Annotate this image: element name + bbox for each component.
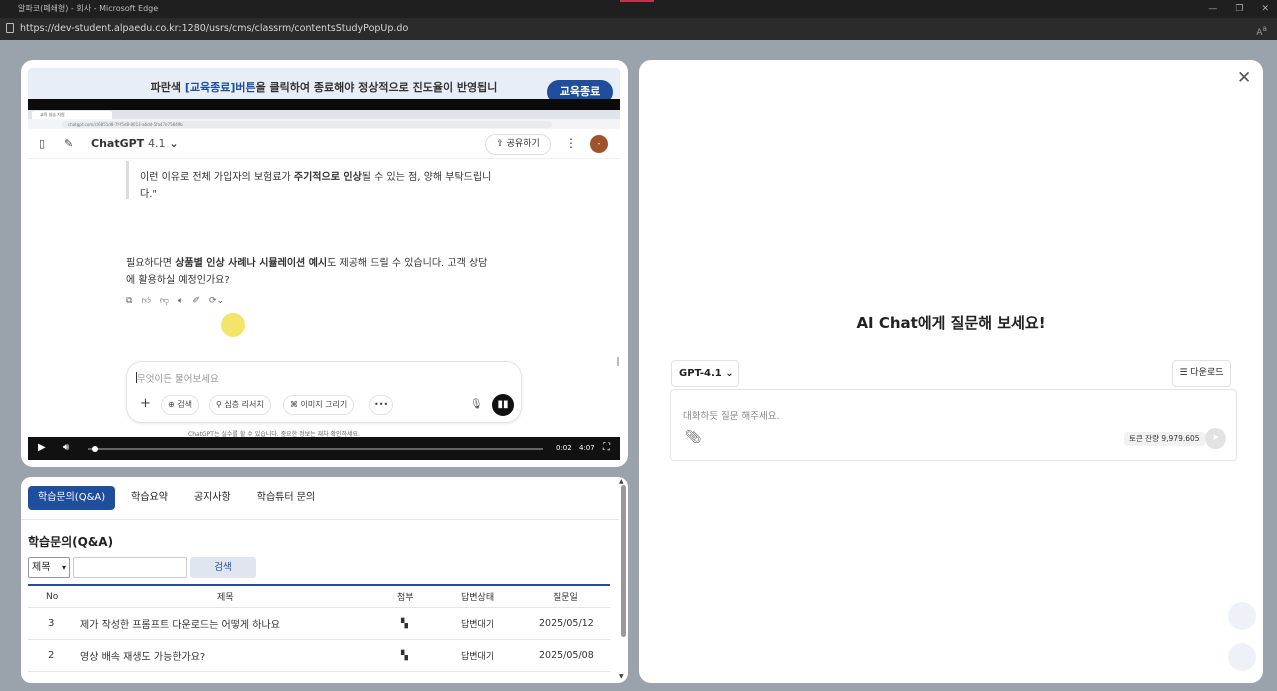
image-tool-button: ⌘ 이미지 그리기: [283, 395, 355, 415]
avatar: -: [590, 135, 608, 153]
tabs-divider: [21, 519, 619, 520]
chevron-down-icon: ⌄: [725, 368, 734, 379]
share-button: ⇪ 공유하기: [485, 134, 551, 155]
col-attach: 첨부: [397, 593, 414, 603]
titlebar-accent: [620, 0, 654, 2]
video-browser-tabs: 교육 실습 지원: [28, 110, 620, 119]
fullscreen-icon[interactable]: ⛶: [603, 442, 610, 453]
close-window-icon[interactable]: ✕: [1261, 0, 1269, 18]
video-browser-tab: 교육 실습 지원: [32, 111, 112, 119]
window-title: 알파코(폐쇄형) - 회사 - Microsoft Edge: [18, 4, 159, 13]
regenerate-icon: ⟳⌄: [208, 296, 225, 306]
study-content-panel: 파란색 [교육종료]버튼을 클릭하여 종료해야 정상적으로 진도율이 반영됩니다…: [21, 60, 628, 467]
close-icon[interactable]: ✕: [1237, 68, 1251, 88]
scroll-up-icon[interactable]: ▲: [619, 478, 624, 485]
lock-icon: [6, 23, 14, 33]
qa-table: No 제목 첨부 답변상태 질문일 3 제가 작성한 프롬프트 다운로드는 어떻…: [28, 584, 610, 672]
qa-panel: 학습문의(Q&A) 학습요약 공지사항 학습튜터 문의 학습문의(Q&A) 제목…: [21, 477, 628, 683]
mic-icon: 🎙︎: [470, 399, 483, 410]
search-field-select[interactable]: 제목 ▾: [28, 557, 70, 578]
attach-icon[interactable]: 📎︎: [685, 430, 702, 445]
col-title: 제목: [217, 593, 234, 603]
chatbot-doc-icon[interactable]: [1228, 602, 1256, 630]
quote-bar: [126, 161, 129, 199]
video-progress-bar[interactable]: [88, 446, 543, 452]
file-icon[interactable]: ▚: [401, 608, 408, 639]
tab-summary[interactable]: 학습요약: [121, 486, 178, 510]
col-no: No: [46, 591, 59, 602]
chat-input-placeholder: 대화하듯 질문 해주세요.: [683, 411, 780, 422]
new-chat-icon: ✎: [64, 137, 74, 150]
ai-chat-panel: ✕ AI Chat에게 질문해 보세요! GPT-4.1 ⌄ ☰ 다운로드 대화…: [639, 60, 1263, 683]
chat-message-2: 필요하다면 상품별 인상 사례나 시뮬레이션 예시도 제공해 드릴 수 있습니다…: [126, 258, 488, 286]
tab-notice[interactable]: 공지사항: [184, 486, 241, 510]
ai-chat-title: AI Chat에게 질문해 보세요!: [856, 314, 1046, 332]
notice-highlight: [교육종료]버튼: [184, 81, 256, 94]
table-row[interactable]: 3 제가 작성한 프롬프트 다운로드는 어떻게 하나요 ▚ 답변대기 2025/…: [28, 608, 610, 640]
chatbot-robot-icon[interactable]: [1228, 643, 1256, 671]
chatgpt-composer: 무엇이든 물어보세요 + ⊕ 검색 ⚲ 심층 리서치 ⌘ 이미지 그리기 •••…: [126, 361, 522, 423]
thumbs-down-icon: 👎︎: [159, 296, 169, 306]
search-button[interactable]: 검색: [190, 557, 256, 578]
sidebar-toggle-icon: ▯: [39, 137, 46, 150]
video-letterbox: [28, 99, 620, 110]
chat-message-1: 이런 이유로 전체 가입자의 보험료가 주기적으로 인상될 수 있는 점, 양해…: [140, 172, 492, 200]
chat-input-box[interactable]: 대화하듯 질문 해주세요. 📎︎ 토큰 잔량 9,979.605 ➤: [670, 389, 1237, 461]
speaker-icon: 🔈︎: [177, 296, 184, 306]
minimize-icon[interactable]: —: [1208, 0, 1217, 18]
copy-icon: ⧉: [126, 296, 133, 306]
video-controls: ▶ 🔊︎ 0:02 4:07 ⛶: [28, 437, 620, 460]
download-button[interactable]: ☰ 다운로드: [1172, 360, 1231, 387]
voice-mode-icon: ▮▮: [492, 394, 514, 416]
play-icon[interactable]: ▶: [38, 442, 46, 453]
search-input[interactable]: [73, 557, 187, 578]
address-bar[interactable]: https://dev-student.alpaedu.co.kr:1280/u…: [0, 18, 1277, 40]
download-icon: ☰: [1179, 368, 1188, 378]
message-actions: ⧉ 👍︎ 👎︎ 🔈︎ ✐ ⟳⌄: [126, 296, 224, 306]
file-icon[interactable]: ▚: [401, 640, 408, 671]
window-controls: — ❐ ✕: [1208, 0, 1269, 18]
chatgpt-model-title: ChatGPT 4.1 ⌄: [91, 137, 179, 150]
deep-research-button: ⚲ 심층 리서치: [209, 395, 271, 415]
chat-scroll-indicator: [617, 357, 619, 366]
url-text: https://dev-student.alpaedu.co.kr:1280/u…: [20, 23, 409, 34]
edit-icon: ✐: [192, 296, 200, 306]
col-status: 답변상태: [461, 593, 495, 603]
tab-qa[interactable]: 학습문의(Q&A): [28, 486, 116, 510]
more-icon: ⋮: [565, 136, 577, 150]
total-time: 4:07: [579, 444, 595, 452]
model-select[interactable]: GPT-4.1 ⌄: [671, 360, 739, 387]
qa-title: 학습문의(Q&A): [28, 535, 114, 549]
window-titlebar: 알파코(폐쇄형) - 회사 - Microsoft Edge — ❐ ✕: [0, 0, 1277, 18]
table-header: No 제목 첨부 답변상태 질문일: [28, 586, 610, 608]
scroll-down-icon[interactable]: ▼: [619, 673, 624, 680]
table-row[interactable]: 2 영상 배속 재생도 가능한가요? ▚ 답변대기 2025/05/08: [28, 640, 610, 672]
progress-knob[interactable]: [91, 446, 98, 452]
current-time: 0:02: [556, 444, 572, 452]
chatgpt-header: ▯ ✎ ChatGPT 4.1 ⌄ ⇪ 공유하기 ⋮ -: [28, 129, 620, 159]
cursor-highlight: [221, 313, 245, 337]
search-tool-button: ⊕ 검색: [161, 395, 199, 415]
thumbs-up-icon: 👍︎: [141, 296, 151, 306]
tab-tutor[interactable]: 학습튜터 문의: [247, 486, 325, 510]
composer-placeholder: 무엇이든 물어보세요: [137, 374, 219, 385]
plus-icon: +: [140, 396, 151, 411]
more-tools-icon: •••: [369, 395, 394, 415]
scrollbar[interactable]: [621, 485, 626, 637]
qa-tabs: 학습문의(Q&A) 학습요약 공지사항 학습튜터 문의: [28, 486, 325, 510]
col-date: 질문일: [553, 593, 578, 603]
restore-icon[interactable]: ❐: [1235, 0, 1243, 18]
volume-icon[interactable]: 🔊︎: [63, 442, 69, 453]
send-icon[interactable]: ➤: [1205, 428, 1226, 449]
video-browser-url: chatgpt.com/c/6851d8-7f-f5d8-8013-a6dd-5…: [28, 119, 620, 129]
lecture-video[interactable]: 교육 실습 지원 chatgpt.com/c/6851d8-7f-f5d8-80…: [28, 99, 620, 460]
token-balance: 토큰 잔량 9,979.605: [1124, 432, 1205, 446]
chevron-down-icon: ▾: [61, 563, 66, 572]
